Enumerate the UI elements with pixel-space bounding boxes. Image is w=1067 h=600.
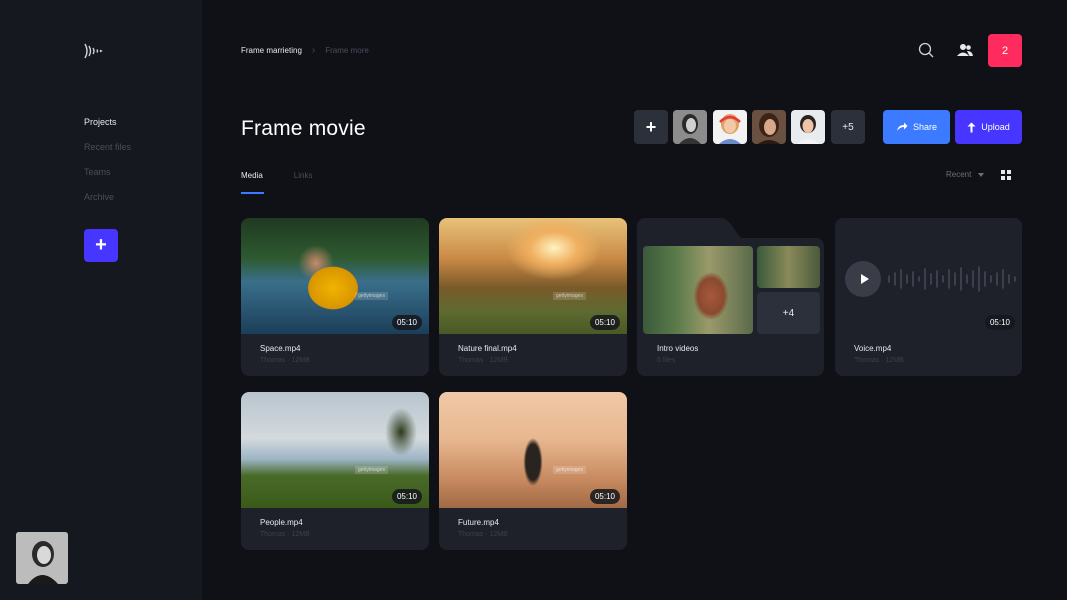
folder-card-intro-videos[interactable]: +4 Intro videos 5 files: [637, 218, 824, 376]
search-icon[interactable]: [917, 41, 935, 59]
play-icon[interactable]: [845, 261, 881, 297]
page-title: Frame movie: [241, 117, 366, 140]
media-card-future[interactable]: gettyimages 05:10 Future.mp4 Thomas · 12…: [439, 392, 627, 550]
media-meta: Thomas · 12MB: [458, 357, 508, 364]
media-card-space[interactable]: gettyimages 05:10 Space.mp4 Thomas · 12M…: [241, 218, 429, 376]
media-meta: Thomas · 12MB: [458, 531, 508, 538]
breadcrumb: Frame marrieting › Frame more: [241, 45, 369, 56]
media-name: Future.mp4: [458, 518, 499, 527]
member-portrait-3: [752, 110, 786, 144]
add-member-button[interactable]: +: [634, 110, 668, 144]
watermark-text: gettyimages: [355, 466, 388, 474]
sidebar-item-recent-files[interactable]: Recent files: [84, 142, 131, 167]
breadcrumb-item-frame-more[interactable]: Frame more: [325, 46, 369, 55]
waveform-graphic: [888, 266, 1016, 292]
media-tabs: Media Links: [241, 171, 312, 194]
media-name: Space.mp4: [260, 344, 301, 353]
media-card-voice[interactable]: 05:10 Voice.mp4 Thomas · 12MB: [835, 218, 1022, 376]
folder-thumbnail-2: [757, 246, 820, 288]
sidebar-item-teams[interactable]: Teams: [84, 167, 131, 192]
media-name: Nature final.mp4: [458, 344, 517, 353]
duration-badge: 05:10: [589, 315, 620, 330]
sort-dropdown[interactable]: Recent: [946, 170, 985, 179]
folder-name: Intro videos: [657, 344, 699, 353]
duration-badge: 05:10: [984, 315, 1015, 330]
member-portrait-1: [673, 110, 707, 144]
member-avatar-3[interactable]: [752, 110, 786, 144]
duration-badge: 05:10: [391, 315, 422, 330]
duration-badge: 05:10: [391, 489, 422, 504]
breadcrumb-item-frame-marrieting[interactable]: Frame marrieting: [241, 46, 302, 55]
watermark-text: gettyimages: [355, 292, 388, 300]
member-avatar-1[interactable]: [673, 110, 707, 144]
user-avatar[interactable]: [16, 532, 68, 584]
upload-button[interactable]: Upload: [955, 110, 1022, 144]
sidebar-nav: Projects Recent files Teams Archive: [84, 117, 131, 217]
member-portrait-2: [713, 110, 747, 144]
folder-more-count: +4: [757, 292, 820, 334]
sidebar-item-archive[interactable]: Archive: [84, 192, 131, 217]
users-icon[interactable]: [956, 41, 974, 59]
watermark-text: gettyimages: [553, 292, 586, 300]
add-project-button[interactable]: +: [84, 229, 118, 262]
sound-waves-logo[interactable]: [84, 42, 104, 60]
member-avatar-4[interactable]: [791, 110, 825, 144]
media-name: Voice.mp4: [854, 344, 892, 353]
media-meta: Thomas · 12MB: [854, 357, 904, 364]
tab-links[interactable]: Links: [294, 171, 313, 194]
duration-badge: 05:10: [589, 489, 620, 504]
tab-media[interactable]: Media: [241, 171, 264, 194]
avatar-portrait: [16, 532, 68, 584]
grid-view-icon[interactable]: [1001, 170, 1011, 180]
media-meta: Thomas · 12MB: [260, 357, 310, 364]
share-button[interactable]: Share: [883, 110, 950, 144]
upload-label: Upload: [981, 122, 1010, 132]
media-card-people[interactable]: gettyimages 05:10 People.mp4 Thomas · 12…: [241, 392, 429, 550]
folder-thumbnail-1: [643, 246, 753, 334]
watermark-text: gettyimages: [553, 466, 586, 474]
sidebar: Projects Recent files Teams Archive +: [0, 0, 202, 600]
share-label: Share: [912, 122, 938, 132]
folder-meta: 5 files: [657, 357, 676, 364]
share-arrow-icon: [896, 122, 908, 131]
caret-down-icon: [978, 172, 985, 177]
notification-badge-button[interactable]: 2: [988, 34, 1022, 67]
media-meta: Thomas · 12MB: [260, 531, 310, 538]
more-members-button[interactable]: +5: [831, 110, 865, 144]
member-portrait-4: [791, 110, 825, 144]
media-card-nature-final[interactable]: gettyimages 05:10 Nature final.mp4 Thoma…: [439, 218, 627, 376]
sidebar-item-projects[interactable]: Projects: [84, 117, 131, 142]
sort-label: Recent: [946, 170, 972, 179]
chevron-right-icon: ›: [311, 45, 316, 56]
media-name: People.mp4: [260, 518, 303, 527]
upload-arrow-icon: [967, 122, 976, 132]
member-avatar-2[interactable]: [713, 110, 747, 144]
